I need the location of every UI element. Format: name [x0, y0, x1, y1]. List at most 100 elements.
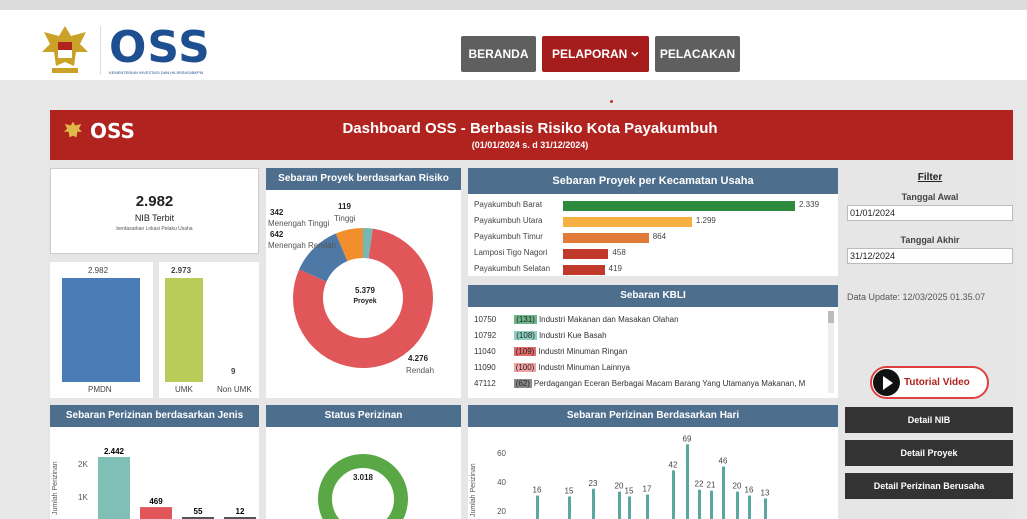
kecamatan-value: 2.339 — [799, 200, 820, 209]
status-center-value: 3.018 — [352, 473, 374, 482]
status-panel: Status Perizinan 3.018 — [266, 405, 461, 519]
hari-bar-label: 16 — [533, 486, 542, 495]
filter-panel: Filter Tanggal Awal 01/01/2024 Tanggal A… — [845, 168, 1015, 398]
hari-bar-label: 13 — [761, 488, 770, 497]
hari-bar[interactable] — [748, 495, 751, 519]
kbli-panel: Sebaran KBLI 10750 (131) Industri Makanan … — [468, 285, 838, 398]
hari-bar[interactable] — [618, 491, 621, 519]
kbli-name: Industri Makanan dan Masakan Olahan — [538, 315, 679, 324]
pmdn-label: PMDN — [88, 385, 112, 394]
hari-bar-label: 23 — [589, 479, 598, 488]
kbli-row[interactable]: 11040 (109) Industri Minuman Ringan — [474, 347, 627, 356]
risk-label-mt-name: Menengah Tinggi — [268, 219, 330, 228]
kecamatan-name: Lamposi Tigo Nagori — [474, 248, 548, 257]
jenis-bar[interactable] — [98, 457, 130, 519]
risk-label-tinggi-name: Tinggi — [334, 214, 356, 223]
jenis-bar-chart[interactable]: 2.442 469 55 12 — [50, 427, 259, 519]
kecamatan-bar[interactable] — [563, 201, 795, 211]
risk-label-tinggi-value: 119 — [338, 202, 351, 211]
hari-bar-label: 22 — [695, 480, 704, 489]
kbli-scrollbar[interactable] — [828, 311, 834, 393]
nav-pelacakan-button[interactable]: PELACAKAN — [655, 36, 740, 72]
risk-label-rendah-name: Rendah — [406, 366, 435, 375]
detail-nib-button[interactable]: Detail NIB — [845, 407, 1013, 433]
kbli-code: 10792 — [474, 331, 497, 340]
garuda-emblem-icon — [42, 26, 88, 73]
non-umk-label: Non UMK — [217, 385, 252, 394]
hari-bar[interactable] — [568, 496, 571, 519]
hari-bar-label: 15 — [625, 487, 634, 496]
kecamatan-bar[interactable] — [563, 249, 609, 259]
hari-bar-label: 46 — [719, 457, 728, 466]
hari-bar-label: 21 — [707, 481, 716, 490]
hari-bar[interactable] — [686, 444, 689, 519]
hari-bar[interactable] — [710, 490, 713, 519]
oss-logo-text: OSS — [109, 21, 211, 73]
kecamatan-name: Payakumbuh Utara — [474, 216, 543, 225]
kbli-row[interactable]: 47112 (62) Perdagangan Eceran Berbagai Mac… — [474, 379, 805, 388]
oss-logo-subtitle: KEMENTERIAN INVESTASI DAN HILIRISASI/BKP… — [109, 69, 204, 75]
detail-proyek-button[interactable]: Detail Proyek — [845, 440, 1013, 466]
hari-bar[interactable] — [592, 488, 595, 519]
umk-bar[interactable] — [165, 278, 203, 382]
kecamatan-name: Payakumbuh Selatan — [474, 264, 551, 273]
kbli-code: 47112 — [474, 379, 496, 388]
nav-beranda-button[interactable]: BERANDA — [461, 36, 536, 72]
kecamatan-name: Payakumbuh Barat — [474, 200, 543, 209]
kecamatan-value: 419 — [608, 264, 622, 273]
detail-perizinan-button[interactable]: Detail Perizinan Berusaha — [845, 473, 1013, 499]
kbli-row[interactable]: 11090 (100) Industri Minuman Lainnya — [474, 363, 630, 372]
loading-dot — [610, 100, 613, 103]
risk-label-rendah-value: 4.276 — [408, 354, 429, 363]
kbli-row[interactable]: 10750 (131) Industri Makanan dan Masakan O… — [474, 315, 679, 324]
kecamatan-panel-title: Sebaran Proyek per Kecamatan Usaha — [468, 168, 838, 194]
hari-bar-label: 17 — [643, 485, 652, 494]
hari-bar[interactable] — [698, 489, 701, 519]
garuda-emblem-icon — [63, 121, 83, 138]
oss-logo[interactable]: OSS KEMENTERIAN INVESTASI DAN HILIRISASI… — [38, 22, 211, 78]
status-panel-title: Status Perizinan — [266, 405, 461, 427]
kecamatan-bar[interactable] — [563, 233, 649, 243]
hari-bar[interactable] — [764, 498, 767, 519]
non-umk-value: 9 — [231, 367, 236, 376]
hari-bar[interactable] — [736, 491, 739, 519]
risk-label-mr-value: 642 — [270, 230, 284, 239]
end-date-label: Tanggal Akhir — [900, 235, 960, 245]
jenis-panel-title: Sebaran Perizinan berdasarkan Jenis — [50, 405, 259, 427]
hari-bar-chart[interactable]: 60402016 1523 2015 17426922 214620 16 13 — [468, 427, 838, 519]
status-donut-ring[interactable] — [318, 454, 408, 519]
hari-bar[interactable] — [722, 466, 725, 519]
kbli-count: (109) — [513, 347, 537, 356]
hari-bar[interactable] — [646, 494, 649, 519]
jenis-bar[interactable] — [140, 507, 172, 519]
dashboard-date-range: (01/01/2024 s. d 31/12/2024) — [471, 140, 589, 150]
kbli-name: Perdagangan Eceran Berbagai Macam Barang… — [533, 379, 806, 388]
nib-sublabel: berdasarkan Lokasi Pelaku Usaha — [116, 226, 193, 232]
risk-label-mt-value: 342 — [270, 208, 284, 217]
hari-bar-label: 20 — [733, 482, 742, 491]
nav-pelaporan-label: PELAPORAN — [552, 47, 628, 61]
kecamatan-value: 458 — [612, 248, 626, 257]
hari-bar[interactable] — [628, 496, 631, 519]
kbli-code: 10750 — [474, 315, 497, 324]
start-date-input[interactable]: 01/01/2024 — [847, 205, 1013, 221]
hari-bar[interactable] — [672, 470, 675, 519]
hari-bar[interactable] — [536, 495, 539, 519]
kbli-count: (100) — [513, 363, 537, 372]
kecamatan-bar[interactable] — [563, 217, 692, 227]
nav-pelaporan-button[interactable]: PELAPORAN — [542, 36, 649, 72]
kbli-row[interactable]: 10792 (108) Industri Kue Basah — [474, 331, 607, 340]
end-date-input[interactable]: 31/12/2024 — [847, 248, 1013, 264]
hari-ytick: 60 — [497, 449, 506, 458]
dashboard-title: Dashboard OSS - Berbasis Risiko Kota Pay… — [342, 120, 718, 137]
pmdn-bar[interactable] — [62, 278, 140, 382]
risk-panel: Sebaran Proyek berdasarkan Risiko 5.379 … — [266, 168, 461, 398]
data-update-text: Data Update: 12/03/2025 01.35.07 — [847, 292, 986, 302]
kecamatan-bar[interactable] — [563, 265, 605, 275]
site-header: OSS KEMENTERIAN INVESTASI DAN HILIRISASI… — [0, 10, 1027, 80]
tutorial-video-button[interactable]: Tutorial Video — [870, 366, 989, 399]
hari-panel-title: Sebaran Perizinan Berdasarkan Hari — [468, 405, 838, 427]
banner-logo: OSS — [62, 120, 135, 142]
kecamatan-name: Payakumbuh Timur — [474, 232, 543, 241]
jenis-bar-label: 12 — [236, 507, 245, 516]
